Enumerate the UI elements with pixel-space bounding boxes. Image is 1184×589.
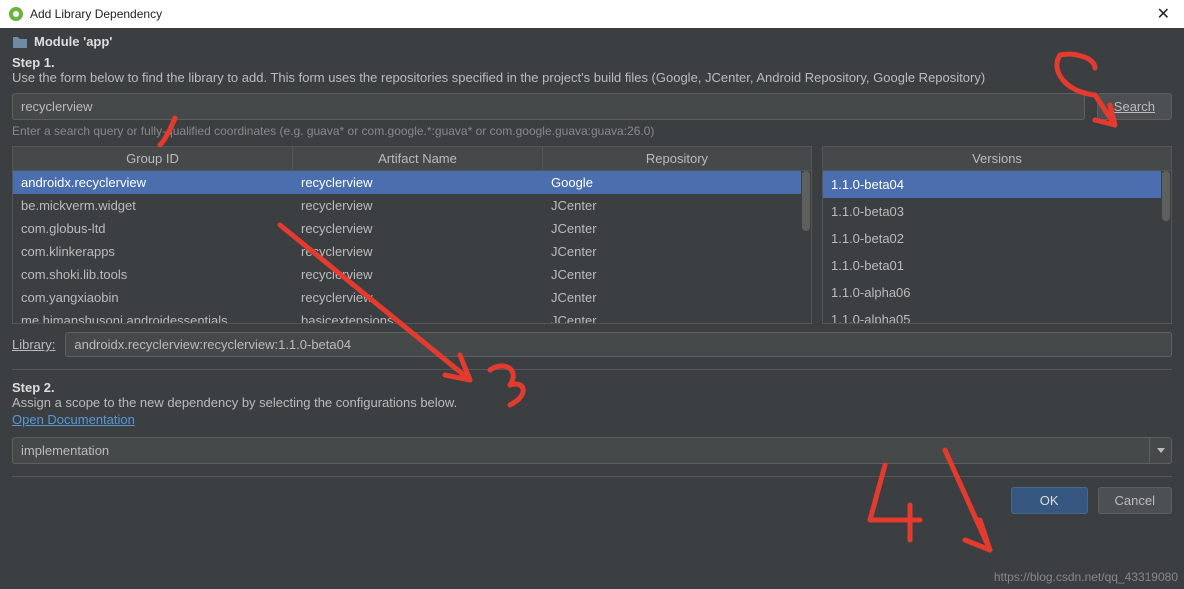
cell-group: com.yangxiaobin <box>13 288 293 307</box>
table-row[interactable]: com.globus-ltdrecyclerviewJCenter <box>13 217 811 240</box>
cell-group: com.shoki.lib.tools <box>13 265 293 284</box>
scope-value: implementation <box>21 443 109 458</box>
cell-group: be.mickverm.widget <box>13 196 293 215</box>
cell-repo: JCenter <box>543 196 811 215</box>
versions-scrollbar[interactable] <box>1161 171 1171 323</box>
cell-artifact: recyclerview <box>293 242 543 261</box>
cell-group: com.globus-ltd <box>13 219 293 238</box>
library-input[interactable] <box>65 332 1172 357</box>
cell-repo: Google <box>543 173 811 192</box>
table-row[interactable]: com.yangxiaobinrecyclerviewJCenter <box>13 286 811 309</box>
window-title: Add Library Dependency <box>30 7 1151 21</box>
library-label: Library: <box>12 337 55 352</box>
open-documentation-link[interactable]: Open Documentation <box>12 412 135 427</box>
cell-version: 1.1.0-beta02 <box>823 229 1171 248</box>
versions-body: 1.1.0-beta04 1.1.0-beta03 1.1.0-beta02 1.1.… <box>823 171 1171 323</box>
cell-repo: JCenter <box>543 288 811 307</box>
versions-table: Versions 1.1.0-beta041.1.0-beta031.1.0-b… <box>822 146 1172 324</box>
version-row[interactable]: 1.1.0-beta03 <box>823 198 1171 225</box>
cell-group: com.klinkerapps <box>13 242 293 261</box>
col-artifact-name[interactable]: Artifact Name <box>293 147 543 170</box>
col-group-id[interactable]: Group ID <box>13 147 293 170</box>
col-repository[interactable]: Repository <box>543 147 811 170</box>
cell-group: me.himanshusoni.androidessentials <box>13 311 293 323</box>
results-scrollbar[interactable] <box>801 171 811 323</box>
col-versions[interactable]: Versions <box>823 147 1171 170</box>
cell-version: 1.1.0-alpha05 <box>823 310 1171 323</box>
cell-artifact: recyclerview <box>293 265 543 284</box>
window-titlebar: Add Library Dependency ✕ <box>0 0 1184 28</box>
module-header: Module 'app' <box>12 34 1172 49</box>
app-icon <box>8 6 24 22</box>
cell-version: 1.1.0-beta03 <box>823 202 1171 221</box>
version-row[interactable]: 1.1.0-alpha06 <box>823 279 1171 306</box>
ok-button[interactable]: OK <box>1011 487 1088 514</box>
version-row[interactable]: 1.1.0-beta01 <box>823 252 1171 279</box>
search-input[interactable] <box>12 93 1085 120</box>
step2-label: Step 2. <box>12 380 1172 395</box>
cell-group: androidx.recyclerview <box>13 173 293 192</box>
version-row[interactable]: 1.1.0-beta02 <box>823 225 1171 252</box>
folder-icon <box>12 35 28 49</box>
watermark: https://blog.csdn.net/qq_43319080 <box>994 570 1178 584</box>
cell-repo: JCenter <box>543 219 811 238</box>
table-row[interactable]: com.shoki.lib.toolsrecyclerviewJCenter <box>13 263 811 286</box>
cell-artifact: recyclerview <box>293 219 543 238</box>
cell-repo: JCenter <box>543 265 811 284</box>
cell-repo: JCenter <box>543 242 811 261</box>
table-row[interactable]: be.mickverm.widgetrecyclerviewJCenter <box>13 194 811 217</box>
cell-artifact: basicextensions <box>293 311 543 323</box>
module-label: Module 'app' <box>34 34 112 49</box>
step1-desc: Use the form below to find the library t… <box>12 70 1172 85</box>
cancel-button[interactable]: Cancel <box>1098 487 1172 514</box>
version-row[interactable]: 1.1.0-beta04 <box>823 171 1171 198</box>
cell-version: 1.1.0-beta01 <box>823 256 1171 275</box>
table-row[interactable]: com.klinkerappsrecyclerviewJCenter <box>13 240 811 263</box>
close-icon[interactable]: ✕ <box>1151 4 1176 24</box>
table-row[interactable]: me.himanshusoni.androidessentialsbasicex… <box>13 309 811 323</box>
cell-version: 1.1.0-alpha06 <box>823 283 1171 302</box>
search-button[interactable]: Search <box>1097 93 1172 120</box>
table-row[interactable]: androidx.recyclerviewrecyclerviewGoogle <box>13 171 811 194</box>
search-hint: Enter a search query or fully-qualified … <box>12 124 1172 138</box>
cell-artifact: recyclerview <box>293 196 543 215</box>
cell-version: 1.1.0-beta04 <box>823 175 1171 194</box>
version-row[interactable]: 1.1.0-alpha05 <box>823 306 1171 323</box>
step1-label: Step 1. <box>12 55 1172 70</box>
step2-desc: Assign a scope to the new dependency by … <box>12 395 1172 410</box>
chevron-down-icon <box>1149 438 1171 463</box>
cell-artifact: recyclerview <box>293 173 543 192</box>
cell-repo: JCenter <box>543 311 811 323</box>
results-body: androidx.recyclerviewrecyclerviewGoogleb… <box>13 171 811 323</box>
scope-select[interactable]: implementation <box>12 437 1172 464</box>
cell-artifact: recyclerview <box>293 288 543 307</box>
results-table: Group ID Artifact Name Repository androi… <box>12 146 812 324</box>
